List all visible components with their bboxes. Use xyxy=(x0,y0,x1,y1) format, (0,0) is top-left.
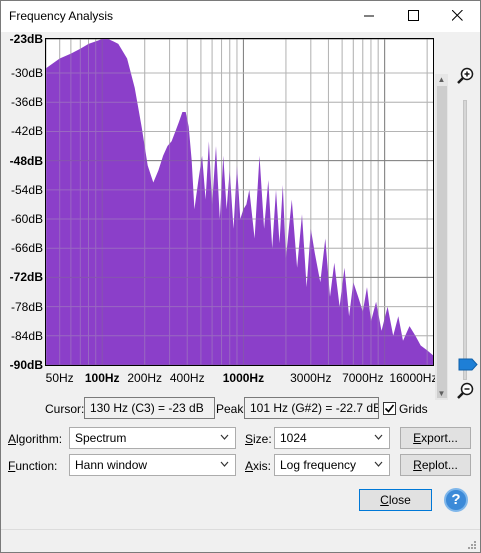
zoom-slider-thumb[interactable] xyxy=(458,358,478,371)
status-bar xyxy=(1,529,480,552)
y-tick-label: -23dB xyxy=(9,32,43,46)
close-button[interactable]: Close xyxy=(359,489,432,511)
replot-button[interactable]: Replot... xyxy=(400,454,471,476)
size-select[interactable]: 1024 xyxy=(274,427,390,449)
x-tick-label: 200Hz xyxy=(127,371,163,385)
peak-readout-field: 101 Hz (G#2) = -22.7 dB xyxy=(244,397,379,419)
x-tick-label: 50Hz xyxy=(45,371,74,385)
plot-area[interactable] xyxy=(45,38,434,366)
y-tick-label: -48dB xyxy=(9,153,43,168)
peak-label: Peak: xyxy=(216,402,247,416)
maximize-button[interactable] xyxy=(391,1,435,32)
axis-select[interactable]: Log frequency xyxy=(274,454,390,476)
x-tick-label: 400Hz xyxy=(169,371,205,385)
x-tick-label: 1000Hz xyxy=(222,371,265,385)
close-icon xyxy=(451,9,463,24)
spectrum-chart: -23dB -30dB -36dB -42dB -48dB -54dB -60dB -66dB… xyxy=(3,32,479,400)
grids-label[interactable]: Grids xyxy=(399,402,428,416)
chevron-down-icon xyxy=(374,458,383,473)
maximize-icon xyxy=(407,9,419,24)
y-tick-label: -30dB xyxy=(10,66,43,81)
title-bar[interactable]: Frequency Analysis xyxy=(1,1,480,32)
scroll-down-arrow-icon[interactable]: ▼ xyxy=(435,388,448,400)
spectrum-plot[interactable] xyxy=(45,38,433,366)
function-label: Function: xyxy=(8,459,58,473)
y-tick-label: -54dB xyxy=(10,182,43,197)
close-window-button[interactable] xyxy=(435,1,479,32)
algorithm-label: Algorithm: xyxy=(8,432,63,446)
zoom-out-icon[interactable] xyxy=(457,382,475,400)
zoom-in-icon[interactable] xyxy=(457,67,475,85)
y-tick-label: -84dB xyxy=(10,328,43,343)
y-tick-label: -36dB xyxy=(10,95,43,110)
y-tick-label: -66dB xyxy=(10,241,43,256)
checkmark-icon xyxy=(384,404,395,413)
function-select[interactable]: Hann window xyxy=(69,454,236,476)
y-tick-label: -42dB xyxy=(10,124,43,139)
export-button[interactable]: Export... xyxy=(400,427,471,449)
y-tick-label: -72dB xyxy=(9,270,43,285)
y-tick-label: -78dB xyxy=(10,299,43,314)
resize-grip-icon[interactable] xyxy=(467,539,477,549)
minimize-icon xyxy=(363,10,375,24)
chevron-down-icon xyxy=(220,431,229,446)
x-tick-label: 16000Hz xyxy=(389,371,438,385)
minimize-button[interactable] xyxy=(347,1,391,32)
y-tick-label: -60dB xyxy=(10,212,43,227)
help-button[interactable]: ? xyxy=(444,488,468,512)
frequency-analysis-window: Frequency Analysis -23dB -30dB -36dB -42dB -… xyxy=(0,0,481,553)
x-tick-label: 100Hz xyxy=(84,371,120,385)
size-label: Size: xyxy=(245,432,272,446)
chevron-down-icon xyxy=(220,458,229,473)
grids-checkbox[interactable] xyxy=(383,402,396,415)
x-tick-label: 7000Hz xyxy=(342,371,384,385)
zoom-slider-track[interactable] xyxy=(463,100,467,380)
algorithm-value: Spectrum xyxy=(75,431,127,445)
axis-value: Log frequency xyxy=(280,458,357,472)
scrollbar-thumb[interactable] xyxy=(437,86,447,398)
x-tick-label: 3000Hz xyxy=(290,371,332,385)
cursor-label: Cursor: xyxy=(45,402,85,416)
axis-label: Axis: xyxy=(245,459,272,473)
spectrum-area-series-0 xyxy=(46,39,433,365)
algorithm-select[interactable]: Spectrum xyxy=(69,427,236,449)
chevron-down-icon xyxy=(374,431,383,446)
scroll-up-arrow-icon[interactable]: ▲ xyxy=(435,74,448,86)
window-title: Frequency Analysis xyxy=(9,9,114,23)
y-tick-label: -90dB xyxy=(9,358,43,372)
cursor-readout-field: 130 Hz (C3) = -23 dB xyxy=(84,397,215,419)
size-value: 1024 xyxy=(280,431,307,445)
function-value: Hann window xyxy=(75,458,148,472)
